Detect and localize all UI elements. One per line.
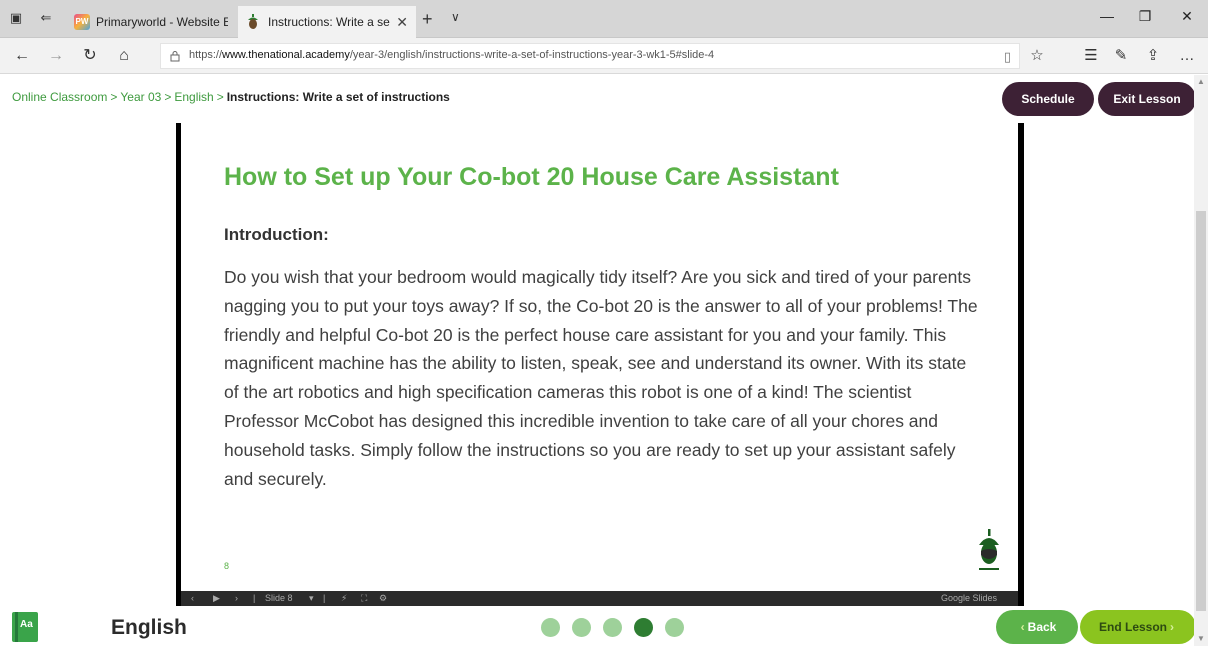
url-domain: www.thenational.academy [222, 49, 350, 61]
scroll-down-icon[interactable]: ▼ [1194, 632, 1208, 646]
chevron-right-icon: › [1170, 620, 1174, 634]
tab-primaryworld[interactable]: PW Primaryworld - Website Edit [66, 6, 236, 38]
slide-page-number: 8 [224, 561, 230, 571]
end-lesson-button[interactable]: End Lesson › [1080, 610, 1196, 644]
url-input[interactable]: https://www.thenational.academy/year-3/e… [160, 43, 1020, 69]
slide-controls: ‹ ▶ › | Slide 8 ▾ | ⚡ ⛶ ⚙ Google Slides [181, 591, 1018, 606]
page-content: Online Classroom > Year 03 > English > Instruc… [0, 75, 1208, 646]
tab-actions-icon[interactable]: ▣ [8, 10, 24, 26]
chevron-down-icon[interactable]: ▾ [309, 591, 314, 606]
breadcrumb-year[interactable]: Year 03 [120, 90, 161, 104]
page-scrollbar[interactable]: ▲ ▼ [1194, 75, 1208, 646]
separator: | [253, 593, 256, 603]
end-lesson-label: End Lesson [1098, 620, 1167, 634]
minimize-icon[interactable]: — [1092, 8, 1122, 24]
back-button[interactable]: ‹ Back [996, 610, 1078, 644]
breadcrumb-separator: > [110, 90, 118, 104]
breadcrumb-subject[interactable]: English [174, 90, 213, 104]
share-icon[interactable]: ⇪ [1142, 46, 1164, 66]
reading-view-icon[interactable]: ▯ [1004, 49, 1011, 65]
set-aside-tabs-icon[interactable]: ⇐ [38, 10, 54, 26]
slide-select[interactable]: Slide 8 [265, 591, 293, 606]
next-slide-icon[interactable]: › [235, 591, 238, 606]
google-slides-label[interactable]: Google Slides [941, 591, 997, 606]
subject-title: English [111, 616, 187, 639]
fullscreen-icon[interactable]: ⛶ [361, 591, 367, 606]
tab-instructions[interactable]: Instructions: Write a set ✕ [238, 6, 416, 38]
schedule-button[interactable]: Schedule [1002, 82, 1094, 116]
chevron-down-icon[interactable]: ∨ [451, 10, 460, 24]
lightning-icon[interactable]: ⚡ [341, 591, 347, 606]
acorn-favicon-icon [248, 14, 258, 29]
primaryworld-favicon-icon: PW [74, 14, 90, 30]
book-icon: Aa [12, 612, 38, 642]
progress-dot[interactable] [665, 618, 684, 637]
slide-title: How to Set up Your Co-bot 20 House Care … [224, 163, 839, 191]
address-bar: ← → ↻ ⌂ https://www.thenational.academy/… [0, 38, 1208, 74]
play-icon[interactable]: ▶ [213, 591, 220, 606]
favorite-star-icon[interactable]: ☆ [1026, 46, 1048, 66]
back-button-label: Back [1027, 620, 1057, 634]
tab-bar: ▣ ⇐ PW Primaryworld - Website Edit Instr… [0, 0, 1208, 38]
tab-title: Instructions: Write a set [268, 15, 391, 29]
browser-window: ▣ ⇐ PW Primaryworld - Website Edit Instr… [0, 0, 1208, 646]
lock-icon [170, 51, 180, 62]
breadcrumb: Online Classroom > Year 03 > English > Instruc… [12, 90, 450, 104]
prev-slide-icon[interactable]: ‹ [191, 591, 194, 606]
slide-embed: How to Set up Your Co-bot 20 House Care … [176, 123, 1024, 606]
progress-dot[interactable] [541, 618, 560, 637]
breadcrumb-separator: > [216, 90, 224, 104]
slide-body-text: Do you wish that your bedroom would magi… [224, 267, 978, 489]
breadcrumb-current: Instructions: Write a set of instruction… [226, 90, 450, 104]
url-text: https://www.thenational.academy/year-3/e… [189, 49, 714, 61]
back-arrow-icon[interactable]: ← [12, 46, 32, 66]
chevron-left-icon: ‹ [1020, 620, 1025, 634]
gear-icon[interactable]: ⚙ [379, 591, 387, 606]
close-window-icon[interactable]: ✕ [1172, 8, 1202, 25]
progress-dot[interactable] [572, 618, 591, 637]
url-path: /year-3/english/instructions-write-a-set… [349, 49, 715, 61]
home-icon[interactable]: ⌂ [114, 46, 134, 66]
new-tab-icon[interactable]: + [422, 9, 433, 30]
separator: | [323, 593, 326, 603]
refresh-icon[interactable]: ↻ [80, 46, 100, 66]
scroll-up-icon[interactable]: ▲ [1194, 75, 1208, 89]
scroll-thumb[interactable] [1196, 211, 1206, 611]
url-prefix: https:// [189, 49, 223, 61]
progress-dot-active[interactable] [634, 618, 653, 637]
tab-title: Primaryworld - Website Edit [96, 15, 228, 29]
pen-icon[interactable]: ✎ [1110, 46, 1132, 66]
slide-canvas: How to Set up Your Co-bot 20 House Care … [181, 123, 1018, 591]
book-icon-text: Aa [20, 619, 33, 630]
forward-arrow-icon[interactable]: → [46, 46, 66, 66]
slide-subtitle: Introduction: [224, 225, 329, 244]
lesson-footer: Aa English ‹ Back End Lesson › [0, 606, 1196, 646]
favorites-list-icon[interactable]: ☰ [1080, 46, 1102, 66]
more-options-icon[interactable]: … [1176, 46, 1198, 66]
breadcrumb-separator: > [164, 90, 172, 104]
acorn-logo-icon [979, 529, 999, 570]
restore-icon[interactable]: ❐ [1130, 8, 1160, 25]
breadcrumb-online-classroom[interactable]: Online Classroom [12, 90, 107, 104]
exit-lesson-button[interactable]: Exit Lesson [1098, 82, 1196, 116]
progress-dot[interactable] [603, 618, 622, 637]
close-tab-icon[interactable]: ✕ [396, 14, 408, 31]
